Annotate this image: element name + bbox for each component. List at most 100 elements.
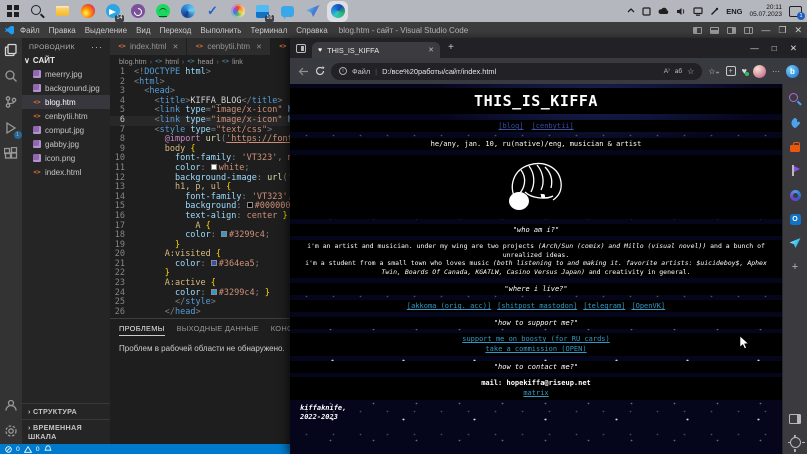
refresh-button[interactable] bbox=[315, 66, 325, 76]
menu-переход[interactable]: Переход bbox=[160, 26, 192, 35]
sidebar-section[interactable]: › ВРЕМЕННАЯ ШКАЛА bbox=[22, 419, 110, 444]
editor-tab[interactable]: <>index.html✕ bbox=[110, 38, 187, 55]
url-text[interactable]: D:/все%20работы/сайт/index.html bbox=[382, 67, 659, 76]
file-item[interactable]: <>blog.htm bbox=[22, 95, 110, 109]
tab-close-icon[interactable]: ✕ bbox=[428, 46, 434, 54]
file-item[interactable]: background.jpg bbox=[22, 81, 110, 95]
nav-link[interactable]: [cenbytii] bbox=[532, 122, 574, 130]
editor-tab[interactable]: <>cenbytii.htm✕ bbox=[187, 38, 271, 55]
tray-chevron-icon[interactable] bbox=[627, 7, 635, 15]
todo-app-icon[interactable] bbox=[205, 4, 220, 19]
sidebar-outlook-icon[interactable] bbox=[789, 213, 801, 225]
browser-essentials-icon[interactable]: ♥ bbox=[742, 66, 747, 76]
start-app-icon[interactable] bbox=[5, 4, 20, 19]
page-info-icon[interactable]: i bbox=[339, 67, 347, 75]
toggle-panel-icon[interactable] bbox=[710, 27, 719, 34]
search-activity-icon[interactable] bbox=[4, 69, 19, 84]
breadcrumb-item[interactable]: head bbox=[197, 57, 213, 66]
menu-терминал[interactable]: Терминал bbox=[250, 26, 287, 35]
tray-volume-icon[interactable] bbox=[676, 7, 686, 16]
sidebar-section[interactable]: › СТРУКТУРА bbox=[22, 403, 110, 419]
menu-файл[interactable]: Файл bbox=[20, 26, 40, 35]
social-link[interactable]: [telegram] bbox=[583, 302, 625, 310]
back-button[interactable] bbox=[298, 67, 309, 76]
action-center-icon[interactable]: 1 bbox=[789, 6, 802, 17]
telegram-app-icon[interactable]: 14 bbox=[105, 4, 120, 19]
sidebar-tools-icon[interactable] bbox=[789, 141, 801, 153]
browser-close-button[interactable]: ✕ bbox=[790, 43, 797, 54]
tray-network-icon[interactable] bbox=[693, 7, 703, 16]
sidebar-add-icon[interactable]: + bbox=[789, 261, 801, 273]
collections-icon[interactable]: + bbox=[726, 66, 736, 76]
profile-avatar[interactable] bbox=[753, 65, 766, 78]
toggle-secondary-sidebar-icon[interactable] bbox=[727, 27, 736, 34]
chat-app-icon[interactable] bbox=[280, 4, 295, 19]
sidebar-toggle-icon[interactable] bbox=[789, 413, 801, 425]
nav-link[interactable]: [blog] bbox=[498, 122, 523, 130]
menu-правка[interactable]: Правка bbox=[49, 26, 76, 35]
breadcrumb-item[interactable]: blog.htm bbox=[119, 57, 147, 66]
menu-вид[interactable]: Вид bbox=[136, 26, 150, 35]
more-menu-icon[interactable]: ··· bbox=[772, 67, 780, 76]
translate-icon[interactable]: аб bbox=[675, 68, 682, 75]
sidebar-m365-icon[interactable] bbox=[789, 189, 801, 201]
file-item[interactable]: comput.jpg bbox=[22, 123, 110, 137]
menu-справка[interactable]: Справка bbox=[296, 26, 327, 35]
plane-app-icon[interactable] bbox=[305, 4, 320, 19]
tab-actions-menu-icon[interactable] bbox=[296, 44, 306, 53]
read-aloud-icon[interactable]: A⁾ bbox=[664, 67, 670, 75]
sidebar-games-icon[interactable] bbox=[789, 165, 801, 177]
bing-sidebar-icon[interactable]: b bbox=[786, 65, 799, 78]
browser-minimize-button[interactable]: — bbox=[750, 43, 759, 53]
explorer-activity-icon[interactable] bbox=[4, 43, 19, 58]
tray-cloud-icon[interactable] bbox=[658, 7, 669, 16]
sidebar-search-icon[interactable] bbox=[789, 93, 801, 105]
customize-layout-icon[interactable] bbox=[744, 27, 753, 34]
menu-выполнить[interactable]: Выполнить bbox=[200, 26, 241, 35]
edge-app-icon[interactable] bbox=[330, 4, 345, 19]
debug-activity-icon[interactable]: 1 bbox=[4, 121, 19, 136]
tray-pen-icon[interactable] bbox=[710, 7, 719, 16]
explorer-actions-icon[interactable]: ··· bbox=[91, 42, 103, 52]
clock[interactable]: 20:11 05.07.2023 bbox=[749, 4, 782, 19]
vscode-close-button[interactable]: ✕ bbox=[794, 26, 802, 35]
social-link[interactable]: [akkoma (orig. acc)] bbox=[407, 302, 491, 310]
file-item[interactable]: gabby.jpg bbox=[22, 137, 110, 151]
matrix-link[interactable]: matrix bbox=[523, 389, 548, 397]
vscode-minimize-button[interactable]: — bbox=[761, 26, 770, 35]
address-bar[interactable]: i Файл | D:/все%20работы/сайт/index.html… bbox=[331, 63, 702, 80]
scm-activity-icon[interactable] bbox=[4, 95, 19, 110]
breadcrumb-item[interactable]: link bbox=[232, 57, 243, 66]
folder-root[interactable]: ∨ САЙТ bbox=[22, 55, 110, 67]
firefox-app-icon[interactable] bbox=[80, 4, 95, 19]
file-item[interactable]: <>index.html bbox=[22, 165, 110, 179]
swirl-app-icon[interactable] bbox=[180, 4, 195, 19]
support-link[interactable]: take a commission (OPEN) bbox=[485, 345, 586, 353]
browser-maximize-button[interactable]: □ bbox=[772, 43, 777, 53]
social-link[interactable]: [shitpost mastodon] bbox=[497, 302, 577, 310]
calendar-app-icon[interactable]: 16 bbox=[255, 4, 270, 19]
support-link[interactable]: support me on boosty (for RU cards) bbox=[462, 335, 610, 343]
favorites-bar-icon[interactable]: ☆₌ bbox=[708, 67, 719, 76]
file-item[interactable]: <>cenbytii.htm bbox=[22, 109, 110, 123]
spotify-app-icon[interactable] bbox=[155, 4, 170, 19]
extensions-activity-icon[interactable] bbox=[4, 147, 19, 162]
breadcrumb-item[interactable]: html bbox=[165, 57, 179, 66]
tab-close-icon[interactable]: ✕ bbox=[256, 43, 262, 51]
settings-gear-icon[interactable] bbox=[4, 424, 19, 439]
sidebar-drop-icon[interactable] bbox=[789, 237, 801, 249]
new-tab-button[interactable]: + bbox=[448, 43, 454, 53]
panel-tab[interactable]: ВЫХОДНЫЕ ДАННЫЕ bbox=[177, 324, 259, 336]
viber-app-icon[interactable] bbox=[130, 4, 145, 19]
toggle-sidebar-icon[interactable] bbox=[693, 27, 702, 34]
browser-tab[interactable]: ♥ THIS_IS_KIFFA ✕ bbox=[312, 42, 440, 58]
tray-tablet-icon[interactable] bbox=[642, 7, 651, 16]
paint-app-icon[interactable] bbox=[230, 4, 245, 19]
file-item[interactable]: meerry.jpg bbox=[22, 67, 110, 81]
explorer-app-icon[interactable] bbox=[55, 4, 70, 19]
search-app-icon[interactable] bbox=[30, 4, 45, 19]
account-icon[interactable] bbox=[4, 398, 19, 413]
language-indicator[interactable]: ENG bbox=[726, 7, 742, 16]
tab-close-icon[interactable]: ✕ bbox=[172, 43, 178, 51]
menu-выделение[interactable]: Выделение bbox=[85, 26, 127, 35]
